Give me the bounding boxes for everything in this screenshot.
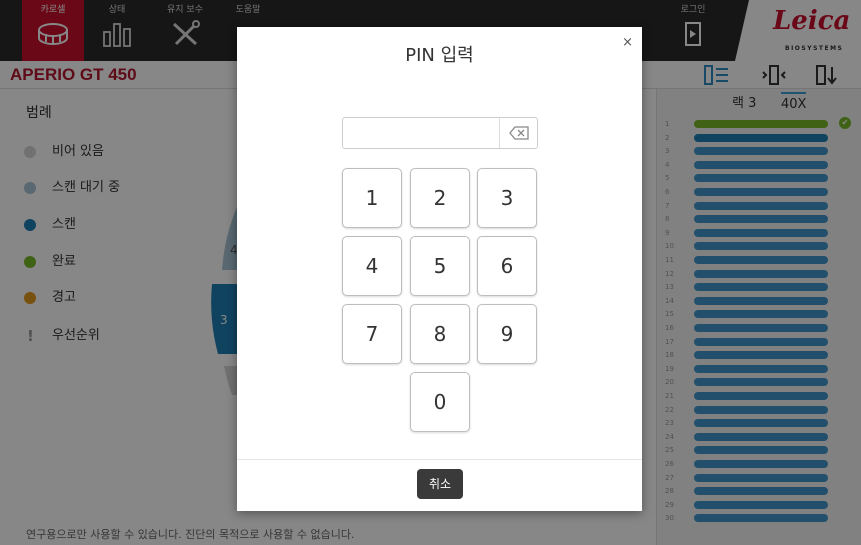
keypad-key-9[interactable]: 9 [477,304,537,364]
cancel-button[interactable]: 취소 [417,469,463,499]
keypad-key-6[interactable]: 6 [477,236,537,296]
dialog-divider [237,459,642,460]
backspace-button[interactable] [499,118,537,148]
keypad-key-1[interactable]: 1 [342,168,402,228]
close-icon[interactable]: × [622,35,633,50]
keypad-key-7[interactable]: 7 [342,304,402,364]
keypad-key-0[interactable]: 0 [410,372,470,432]
keypad-key-4[interactable]: 4 [342,236,402,296]
dialog-title: PIN 입력 [405,45,474,66]
keypad-key-2[interactable]: 2 [410,168,470,228]
pin-field [342,117,538,149]
keypad-key-3[interactable]: 3 [477,168,537,228]
pin-dialog: PIN 입력 × 123 456 7890 취소 [237,27,642,511]
backspace-icon [509,126,529,140]
pin-input[interactable] [343,118,499,148]
keypad-key-8[interactable]: 8 [410,304,470,364]
keypad-key-5[interactable]: 5 [410,236,470,296]
